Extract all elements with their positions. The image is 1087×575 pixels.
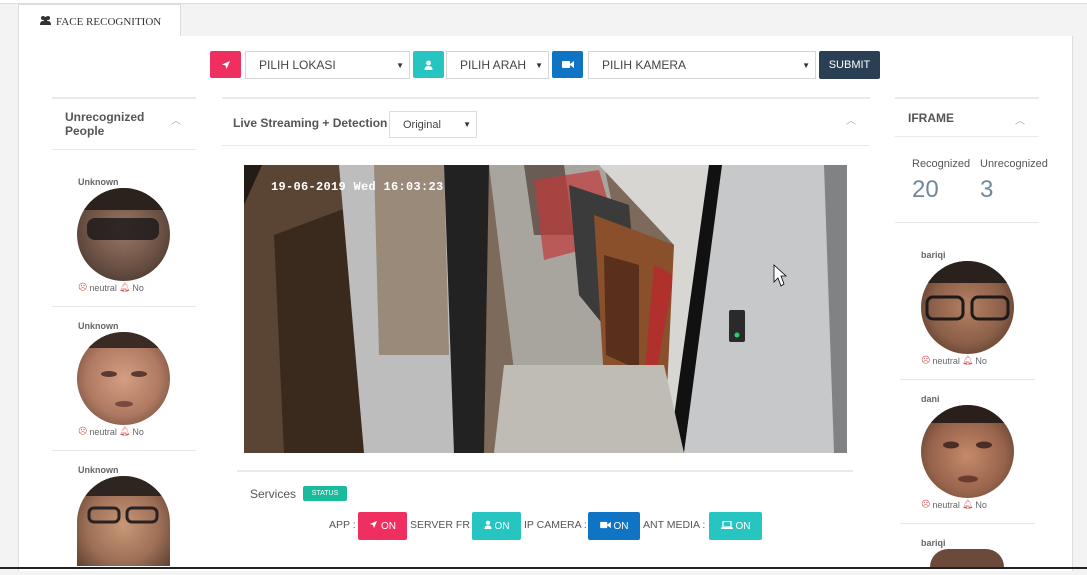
alert-label: No [975,355,987,366]
person-name: Unknown [78,321,119,331]
chevron-up-icon[interactable]: ︿ [846,112,856,127]
face-image [77,332,170,425]
emotion-label: neutral [932,355,960,366]
bell-icon: 🔔︎ [118,282,131,292]
service-server-fr-button[interactable]: ON [472,512,521,540]
service-app-value: ON [381,520,396,532]
frown-icon: ☹ [921,355,931,365]
service-server-fr-value: ON [494,520,510,532]
left-panel-title: Unrecognized People [65,110,144,138]
person-name: bariqi [921,250,946,260]
service-ant-media-button[interactable]: ON [709,512,762,540]
laptop-icon [720,520,733,532]
stream-mode-select[interactable]: Original ▼ [389,111,477,138]
face-image [77,188,170,281]
service-ant-media-value: ON [735,520,751,532]
emotion-label: neutral [932,499,960,510]
person-status: ☹ neutral 🔔︎ No [921,499,987,510]
recognized-label: Recognized [912,158,971,170]
unrecognized-count: 3 [980,176,994,203]
right-panel-divider [895,136,1039,137]
frown-icon: ☹ [78,282,88,292]
services-title: Services [250,487,297,501]
service-ip-camera-label: IP CAMERA : [524,519,587,531]
bell-icon: 🔔︎ [961,355,974,365]
stats-divider [895,222,1039,223]
bell-icon: 🔔︎ [118,426,131,436]
person-status: ☹ neutral 🔔︎ No [921,355,987,366]
frown-icon: ☹ [921,499,931,509]
camera-video-feed[interactable]: 19-06-2019 Wed 16:03:23 [244,165,847,453]
face-image [930,549,1004,567]
video-camera-icon [599,521,611,532]
tab-face-recognition[interactable]: FACE RECOGNITION [18,4,181,38]
location-arrow-icon[interactable] [210,51,241,78]
stream-title: Live Streaming + Detection [233,116,388,130]
service-ip-camera-value: ON [613,520,629,532]
chevron-down-icon: ▼ [396,61,404,70]
left-panel-title-line1: Unrecognized [65,110,145,124]
alert-label: No [132,282,144,293]
right-panel-title: IFRAME [908,111,954,125]
tab-label: FACE RECOGNITION [56,15,162,28]
left-panel-divider [52,149,196,150]
chevron-down-icon: ▼ [463,120,471,129]
service-app-button[interactable]: ON [358,512,407,540]
services-top-border [237,470,853,472]
face-image [77,476,170,566]
service-ant-media-label: ANT MEDIA : [643,519,706,531]
submit-button[interactable]: SUBMIT [819,51,880,79]
unrecognized-label: Unrecognized [980,158,1048,170]
list-divider [52,450,196,451]
face-image [921,261,1014,354]
status-badge: STATUS [303,486,347,501]
person-status: ☹ neutral 🔔︎ No [78,426,144,437]
stream-card-top-border [222,97,870,99]
emotion-label: neutral [89,426,117,437]
direction-select[interactable]: PILIH ARAH ▼ [446,51,549,79]
tab-bar: FACE RECOGNITION [18,4,1073,38]
alert-label: No [975,499,987,510]
user-icon [483,520,492,532]
camera-scene [244,165,847,453]
location-select[interactable]: PILIH LOKASI ▼ [245,51,410,79]
list-divider [52,306,196,307]
bell-icon: 🔔︎ [961,499,974,509]
frown-icon: ☹ [78,426,88,436]
location-arrow-icon [369,520,378,532]
list-divider [900,379,1035,380]
chevron-up-icon[interactable]: ︿ [171,112,181,127]
camera-select[interactable]: PILIH KAMERA ▼ [588,51,816,79]
users-icon [39,15,52,28]
person-name: dani [921,394,940,404]
stream-card-divider [222,145,870,146]
location-select-value: PILIH LOKASI [259,58,336,72]
emotion-label: neutral [89,282,117,293]
camera-timestamp: 19-06-2019 Wed 16:03:23 [271,180,444,194]
service-app-label: APP : [329,519,356,531]
person-name: bariqi [921,538,946,548]
direction-select-value: PILIH ARAH [460,58,527,72]
video-camera-icon[interactable] [552,51,583,78]
stream-mode-value: Original [403,118,441,131]
person-status: ☹ neutral 🔔︎ No [78,282,144,293]
service-ip-camera-button[interactable]: ON [588,512,640,540]
chevron-down-icon: ▼ [535,61,543,70]
recognized-count: 20 [912,176,939,203]
alert-label: No [132,426,144,437]
bottom-border [0,567,1087,569]
left-panel-top-border [52,97,196,99]
chevron-up-icon[interactable]: ︿ [1015,112,1025,127]
service-server-fr-label: SERVER FR : [410,519,476,531]
user-icon[interactable] [413,51,444,78]
left-panel-title-line2: People [65,124,105,138]
right-panel-top-border [895,97,1039,99]
face-image [921,405,1014,498]
person-name: Unknown [78,177,119,187]
chevron-down-icon: ▼ [802,61,810,70]
camera-select-value: PILIH KAMERA [602,58,687,72]
person-name: Unknown [78,465,119,475]
list-divider [900,523,1035,524]
